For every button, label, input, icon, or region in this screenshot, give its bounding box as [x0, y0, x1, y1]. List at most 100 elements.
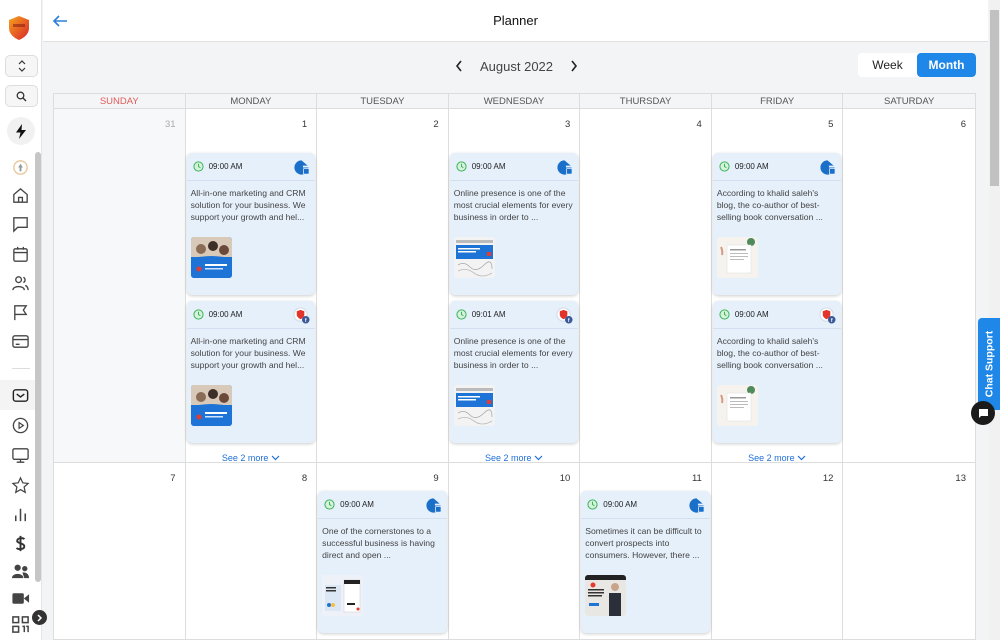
sidebar-expand-button[interactable] [32, 610, 47, 625]
weekday-thursday: THURSDAY [580, 94, 712, 109]
mail-icon [12, 388, 28, 402]
day-cell[interactable]: 5 09:00 AM According to khalid saleh's b… [712, 109, 844, 463]
post-card[interactable]: 09:00 AM Sometimes it can be difficult t… [581, 491, 710, 633]
day-cell[interactable]: 2 [317, 109, 449, 462]
see-more-link[interactable]: See 2 more [186, 453, 317, 463]
day-cell[interactable]: 10 [449, 463, 581, 640]
workspace-switcher-button[interactable] [5, 55, 38, 77]
people-icon [11, 564, 29, 578]
qr-icon [11, 615, 29, 633]
video-icon [11, 592, 29, 604]
clock-icon [719, 161, 730, 172]
month-view-button[interactable]: Month [917, 53, 976, 77]
chevron-left-icon [455, 60, 462, 72]
post-time: 09:00 AM [734, 310, 769, 319]
post-time: 09:01 AM [471, 310, 506, 319]
weekday-header: SUNDAY MONDAY TUESDAY WEDNESDAY THURSDAY… [54, 94, 975, 109]
sidebar-item-conversations[interactable] [9, 213, 31, 235]
page-scrollbar-thumb[interactable] [990, 10, 999, 186]
clock-icon [587, 499, 598, 510]
post-card[interactable]: 09:00 AM One of the cornerstones to a su… [318, 491, 447, 633]
chat-support-label: Chat Support [983, 330, 995, 398]
day-cell[interactable]: 11 09:00 AM Sometimes it can be difficul… [580, 463, 712, 640]
day-number: 5 [828, 119, 834, 130]
chat-support-tab[interactable]: Chat Support [978, 318, 1000, 410]
sidebar-item-memberships[interactable] [9, 560, 31, 582]
see-more-link[interactable]: See 2 more [449, 453, 580, 463]
facebook-page-icon: f [293, 307, 310, 324]
facebook-page-icon: f [819, 307, 836, 324]
sidebar [0, 0, 47, 640]
monitor-icon [11, 447, 29, 463]
day-cell[interactable]: 4 [580, 109, 712, 462]
google-business-icon [426, 498, 442, 513]
sidebar-item-reputation[interactable] [9, 474, 31, 496]
post-card[interactable]: 09:00 AM According to khalid saleh's blo… [712, 153, 842, 295]
post-card[interactable]: 09:01 AM f Online presence is one of the… [449, 301, 579, 443]
month-navigation: August 2022 [450, 56, 583, 76]
sidebar-scrollbar[interactable] [35, 152, 41, 582]
day-number: 11 [691, 473, 702, 484]
day-cell[interactable]: 7 [54, 463, 186, 640]
current-month-label: August 2022 [480, 58, 554, 74]
week-view-button[interactable]: Week [858, 53, 917, 77]
prev-month-button[interactable] [450, 56, 468, 76]
post-text: Online presence is one of the most cruci… [453, 336, 573, 370]
see-more-link[interactable]: See 2 more [712, 453, 843, 463]
chevron-right-icon [37, 613, 43, 622]
sidebar-item-qr-codes[interactable] [9, 613, 31, 635]
post-time: 09:00 AM [603, 500, 638, 509]
chat-widget-button[interactable] [971, 401, 995, 425]
day-cell[interactable]: 6 [843, 109, 975, 462]
sidebar-item-marketing[interactable] [9, 384, 31, 406]
post-time: 09:00 AM [208, 310, 243, 319]
post-card[interactable]: 09:00 AM f All-in-one marketing and CRM … [186, 301, 316, 443]
sidebar-item-videos[interactable] [9, 587, 31, 609]
shield-logo-icon[interactable] [8, 15, 30, 41]
sidebar-item-dashboard[interactable] [9, 184, 31, 206]
chevron-right-icon [571, 60, 578, 72]
month-calendar: SUNDAY MONDAY TUESDAY WEDNESDAY THURSDAY… [53, 93, 976, 640]
post-card-header: 09:00 AM f [186, 301, 316, 329]
sidebar-item-launchpad[interactable] [9, 156, 31, 178]
see-more-label: See 2 more [748, 453, 795, 463]
sidebar-item-contacts[interactable] [9, 272, 31, 294]
post-card[interactable]: 09:00 AM f According to khalid saleh's b… [712, 301, 842, 443]
rocket-icon [12, 159, 28, 175]
next-month-button[interactable] [565, 56, 583, 76]
day-cell[interactable]: 31 [54, 109, 186, 462]
page-title: Planner [493, 13, 538, 28]
day-cell[interactable]: 1 09:00 AM All-in-one marketing and CRM … [186, 109, 318, 463]
chat-bubble-icon [978, 408, 988, 418]
sidebar-item-calendars[interactable] [9, 243, 31, 265]
day-cell[interactable]: 8 [186, 463, 318, 640]
clock-icon [719, 309, 730, 320]
post-thumbnail [190, 237, 232, 278]
day-cell[interactable]: 9 09:00 AM One of the cornerstones to a … [317, 463, 449, 640]
sidebar-item-automation[interactable] [9, 414, 31, 436]
svg-text:f: f [831, 318, 833, 324]
google-business-icon [689, 498, 705, 513]
day-cell[interactable]: 12 [712, 463, 844, 640]
sidebar-item-payments[interactable] [9, 330, 31, 352]
weekday-saturday: SATURDAY [884, 96, 935, 107]
chat-icon [12, 216, 28, 233]
post-card-header: 09:00 AM [186, 153, 316, 181]
sidebar-item-billing[interactable] [9, 532, 31, 554]
search-button[interactable] [5, 85, 38, 107]
sidebar-item-opportunities[interactable] [9, 301, 31, 323]
clock-icon [456, 309, 467, 320]
post-text: One of the cornerstones to a successful … [322, 526, 435, 560]
day-cell[interactable]: 13 [843, 463, 975, 640]
day-cell[interactable]: 3 09:00 AM Online presence is one of the… [449, 109, 581, 463]
quick-actions-button[interactable] [7, 117, 35, 145]
clock-icon [192, 161, 204, 172]
sidebar-item-sites[interactable] [9, 444, 31, 466]
post-card[interactable]: 09:00 AM All-in-one marketing and CRM so… [186, 153, 316, 295]
weekday-sunday: SUNDAY [54, 94, 186, 109]
post-card-header: 09:00 AM [449, 153, 579, 181]
day-number: 31 [164, 119, 176, 130]
post-card[interactable]: 09:00 AM Online presence is one of the m… [449, 153, 579, 295]
post-thumbnail [716, 237, 758, 278]
sidebar-item-reporting[interactable] [9, 503, 31, 525]
